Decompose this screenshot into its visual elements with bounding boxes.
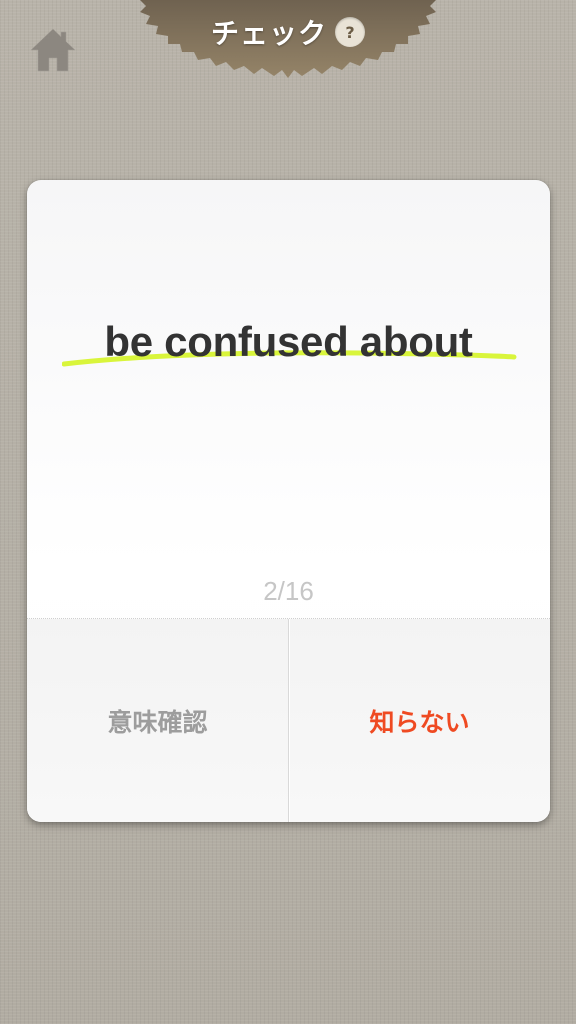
card-actions: 意味確認 知らない xyxy=(27,619,550,822)
dont-know-button[interactable]: 知らない xyxy=(289,619,550,822)
word-area[interactable]: be confused about 2/16 xyxy=(27,180,550,620)
page-title: チェック xyxy=(210,17,327,50)
home-icon xyxy=(30,28,76,72)
header-title-group: チェック ? xyxy=(140,12,436,52)
vocab-word: be confused about xyxy=(104,318,473,365)
header-badge: チェック ? xyxy=(140,0,436,82)
progress-counter: 2/16 xyxy=(263,576,314,606)
flash-card: be confused about 2/16 意味確認 知らない xyxy=(27,180,550,822)
check-meaning-button[interactable]: 意味確認 xyxy=(27,619,289,822)
home-button[interactable] xyxy=(28,26,78,74)
help-button[interactable]: ? xyxy=(335,17,365,47)
